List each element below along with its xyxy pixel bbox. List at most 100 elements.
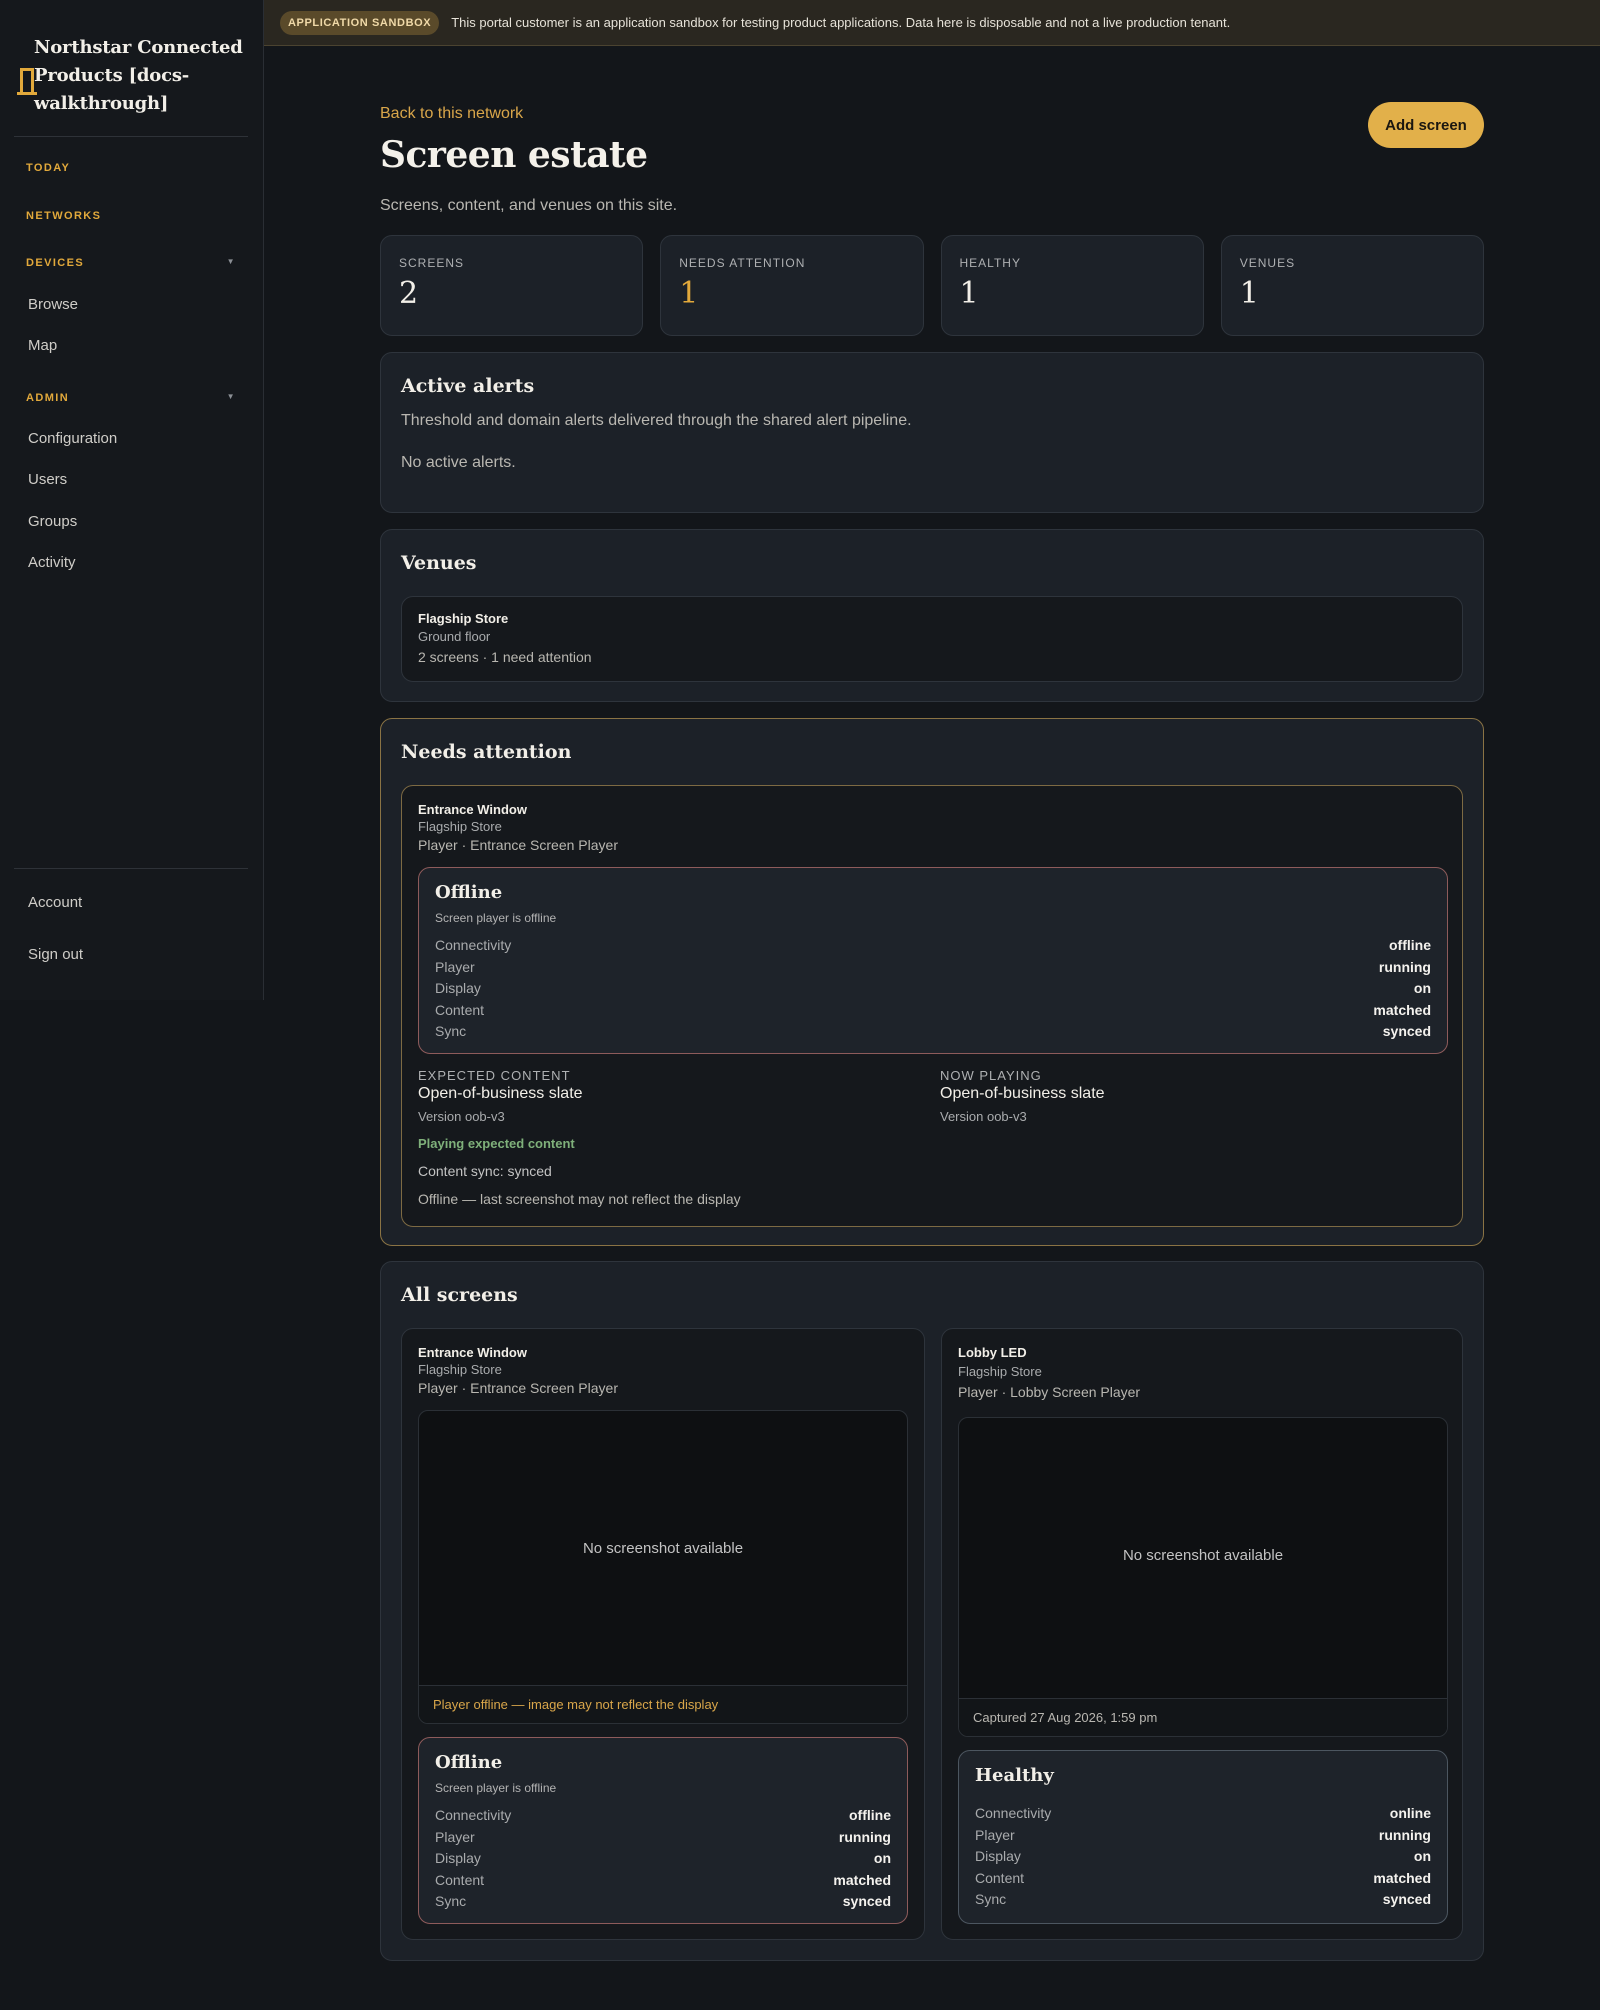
expected-content-version: Version oob-v3 bbox=[418, 1109, 505, 1124]
status-key: Display bbox=[975, 1848, 1021, 1864]
stat-needs-attention: NEEDS ATTENTION 1 bbox=[660, 235, 924, 336]
offline-note: Offline — last screenshot may not reflec… bbox=[418, 1191, 741, 1207]
card-title: Venues bbox=[401, 552, 477, 574]
screenshot-panel[interactable]: No screenshot available Captured 27 Aug … bbox=[958, 1417, 1448, 1737]
venue-summary: 2 screens · 1 need attention bbox=[418, 649, 592, 665]
stat-healthy: HEALTHY 1 bbox=[940, 235, 1204, 336]
back-link[interactable]: Back to this network bbox=[380, 105, 523, 123]
add-screen-button[interactable]: Add screen bbox=[1368, 102, 1484, 148]
status-value: matched bbox=[1373, 1870, 1431, 1886]
sidebar-section-networks[interactable]: NETWORKS bbox=[26, 210, 236, 222]
screen-card-entrance-window[interactable]: Entrance Window Flagship Store Player · … bbox=[401, 1328, 925, 1940]
venue-item[interactable]: Flagship Store Ground floor 2 screens · … bbox=[401, 596, 1463, 682]
status-row: Player running bbox=[975, 1827, 1431, 1843]
status-key: Content bbox=[975, 1870, 1025, 1886]
status-row: Content matched bbox=[975, 1870, 1431, 1886]
status-subtitle: Screen player is offline bbox=[435, 1781, 557, 1795]
stat-label: VENUES bbox=[1239, 256, 1296, 270]
now-playing-label: NOW PLAYING bbox=[940, 1068, 1042, 1083]
status-value: on bbox=[1413, 1848, 1431, 1864]
status-title: Offline bbox=[435, 882, 503, 903]
sidebar-item-activity[interactable]: Activity bbox=[28, 554, 76, 571]
sidebar-section-today[interactable]: TODAY bbox=[26, 162, 236, 174]
sidebar-item-groups[interactable]: Groups bbox=[28, 513, 77, 530]
status-row: Player running bbox=[435, 959, 1431, 975]
chevron-down-icon: ▼ bbox=[226, 257, 236, 266]
status-row: Display on bbox=[435, 1850, 891, 1866]
no-screenshot-text: No screenshot available bbox=[582, 1540, 744, 1557]
sidebar-section-label: TODAY bbox=[26, 162, 71, 174]
status-key: Player bbox=[435, 1829, 475, 1845]
status-value: running bbox=[1378, 1827, 1431, 1843]
expected-content-title: Open-of-business slate bbox=[418, 1085, 583, 1102]
screenshot-footer: Player offline — image may not reflect t… bbox=[419, 1685, 907, 1723]
status-key: Player bbox=[975, 1827, 1015, 1843]
status-key: Display bbox=[435, 1850, 481, 1866]
playback-status: Playing expected content bbox=[418, 1136, 575, 1151]
sidebar-section-label: NETWORKS bbox=[26, 210, 102, 222]
status-row: Content matched bbox=[435, 1872, 891, 1888]
alerts-empty-state: No active alerts. bbox=[401, 454, 516, 471]
status-row: Connectivity offline bbox=[435, 1807, 891, 1823]
sidebar-item-configuration[interactable]: Configuration bbox=[28, 430, 117, 447]
screen-card-lobby-led[interactable]: Lobby LED Flagship Store Player · Lobby … bbox=[941, 1328, 1463, 1940]
stat-label: HEALTHY bbox=[959, 256, 1021, 270]
stat-label: NEEDS ATTENTION bbox=[679, 256, 806, 270]
status-key: Content bbox=[435, 1002, 485, 1018]
status-title: Offline bbox=[435, 1752, 503, 1773]
sidebar-divider bbox=[14, 136, 248, 137]
venue-name: Flagship Store bbox=[418, 611, 509, 626]
status-value: synced bbox=[842, 1893, 891, 1909]
status-key: Sync bbox=[975, 1891, 1007, 1907]
screenshot-panel[interactable]: No screenshot available Player offline —… bbox=[418, 1410, 908, 1724]
brand-logo-icon bbox=[14, 34, 37, 118]
sidebar-item-map[interactable]: Map bbox=[28, 337, 57, 354]
screen-venue: Flagship Store bbox=[958, 1364, 1042, 1379]
brand-title: Northstar Connected Products [docs-walkt… bbox=[34, 37, 243, 114]
status-key: Sync bbox=[435, 1893, 467, 1909]
attention-screen-item[interactable]: Entrance Window Flagship Store Player · … bbox=[401, 785, 1463, 1227]
screen-name: Lobby LED bbox=[958, 1345, 1027, 1360]
status-value: offline bbox=[849, 1807, 891, 1823]
status-row: Content matched bbox=[435, 1002, 1431, 1018]
status-value: on bbox=[1413, 980, 1431, 996]
page-subtitle: Screens, content, and venues on this sit… bbox=[380, 197, 678, 214]
sidebar-item-sign-out[interactable]: Sign out bbox=[28, 946, 83, 963]
sandbox-banner: APPLICATION SANDBOX This portal customer… bbox=[264, 0, 1600, 46]
status-row: Player running bbox=[435, 1829, 891, 1845]
brand[interactable]: Northstar Connected Products [docs-walkt… bbox=[14, 34, 254, 118]
screen-player: Player · Entrance Screen Player bbox=[418, 1380, 618, 1396]
sidebar-divider bbox=[14, 868, 248, 869]
stat-value: 2 bbox=[399, 276, 419, 311]
no-screenshot-text: No screenshot available bbox=[1122, 1547, 1284, 1564]
sidebar-item-users[interactable]: Users bbox=[28, 471, 67, 488]
status-key: Content bbox=[435, 1872, 485, 1888]
stat-value: 1 bbox=[959, 276, 979, 311]
status-value: matched bbox=[833, 1872, 891, 1888]
stat-label: SCREENS bbox=[399, 256, 465, 270]
sidebar-item-browse[interactable]: Browse bbox=[28, 296, 78, 313]
status-key: Player bbox=[435, 959, 475, 975]
sidebar-section-admin[interactable]: ADMIN ▼ bbox=[26, 392, 236, 404]
status-value: synced bbox=[1382, 1891, 1431, 1907]
active-alerts-card: Active alerts Threshold and domain alert… bbox=[380, 352, 1484, 513]
stat-value: 1 bbox=[679, 276, 699, 311]
status-value: offline bbox=[1389, 937, 1431, 953]
sidebar-section-devices[interactable]: DEVICES ▼ bbox=[26, 257, 236, 269]
now-playing-version: Version oob-v3 bbox=[940, 1109, 1027, 1124]
status-key: Connectivity bbox=[435, 1807, 512, 1823]
sandbox-badge: APPLICATION SANDBOX bbox=[280, 10, 440, 35]
stat-venues: VENUES 1 bbox=[1220, 235, 1484, 336]
status-value: running bbox=[1378, 959, 1431, 975]
status-value: matched bbox=[1373, 1002, 1431, 1018]
status-panel: Offline Screen player is offline Connect… bbox=[418, 1737, 908, 1924]
stat-value: 1 bbox=[1239, 276, 1259, 311]
status-key: Connectivity bbox=[435, 937, 512, 953]
status-row: Sync synced bbox=[435, 1893, 891, 1909]
sidebar-item-account[interactable]: Account bbox=[28, 894, 82, 911]
card-title: Needs attention bbox=[401, 741, 572, 763]
all-screens-card: All screens Entrance Window Flagship Sto… bbox=[380, 1261, 1484, 1961]
status-value: synced bbox=[1382, 1023, 1431, 1039]
sandbox-message: This portal customer is an application s… bbox=[451, 15, 1231, 30]
chevron-down-icon: ▼ bbox=[226, 392, 236, 401]
